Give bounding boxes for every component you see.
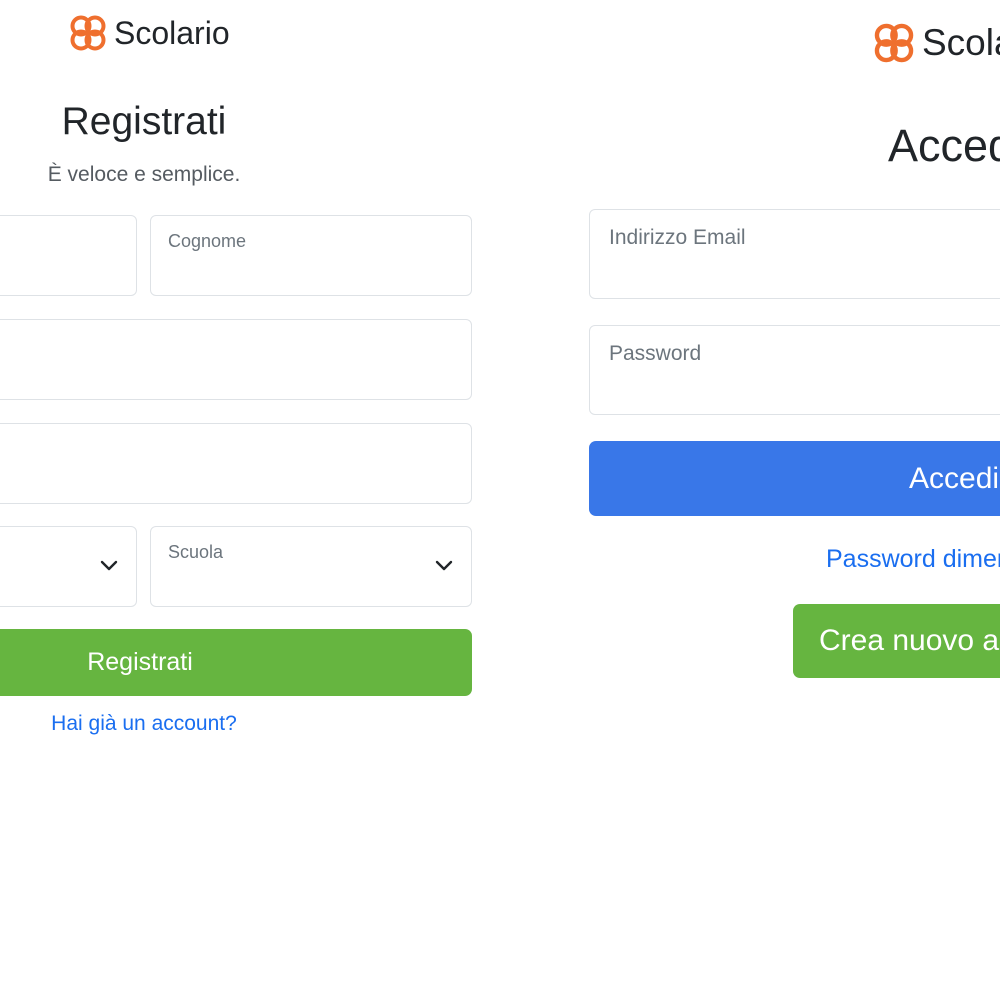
scolario-logo-icon [872, 21, 916, 65]
password-field[interactable]: Password [589, 325, 1000, 415]
login-title: Acced [888, 120, 1000, 171]
already-have-account-link[interactable]: Hai già un account? [0, 712, 288, 736]
login-button-label: Accedi [909, 461, 1000, 495]
register-field-row2[interactable] [0, 319, 472, 400]
create-account-button[interactable]: Crea nuovo a [793, 604, 1000, 678]
chevron-down-icon [435, 560, 453, 571]
register-button-label: Registrati [87, 648, 193, 676]
email-field[interactable]: Indirizzo Email [589, 209, 1000, 299]
forgot-password-link[interactable]: Password dimen [826, 545, 1000, 574]
logo-text: Scola [922, 22, 1000, 63]
login-button[interactable]: Accedi [589, 441, 1000, 516]
login-logo: Scola [872, 20, 1000, 66]
register-subtitle: È veloce e semplice. [47, 163, 241, 186]
school-select[interactable]: Scuola [150, 526, 472, 607]
logo-text: Scolario [114, 14, 230, 51]
register-select-left[interactable] [0, 526, 137, 607]
register-field-row3[interactable] [0, 423, 472, 504]
register-logo: Scolario [68, 12, 230, 54]
last-name-label: Cognome [168, 231, 247, 251]
register-button[interactable]: Registrati [0, 629, 472, 696]
school-select-label: Scuola [168, 542, 224, 562]
register-title: Registrati [61, 100, 227, 143]
create-account-label: Crea nuovo a [819, 624, 1000, 657]
password-label: Password [609, 342, 702, 365]
first-name-field[interactable] [0, 215, 137, 296]
chevron-down-icon [100, 560, 118, 571]
last-name-field[interactable]: Cognome [150, 215, 472, 296]
scolario-logo-icon [68, 13, 108, 53]
email-label: Indirizzo Email [609, 226, 746, 249]
page: Scolario Registrati È veloce e semplice.… [0, 0, 1000, 1000]
